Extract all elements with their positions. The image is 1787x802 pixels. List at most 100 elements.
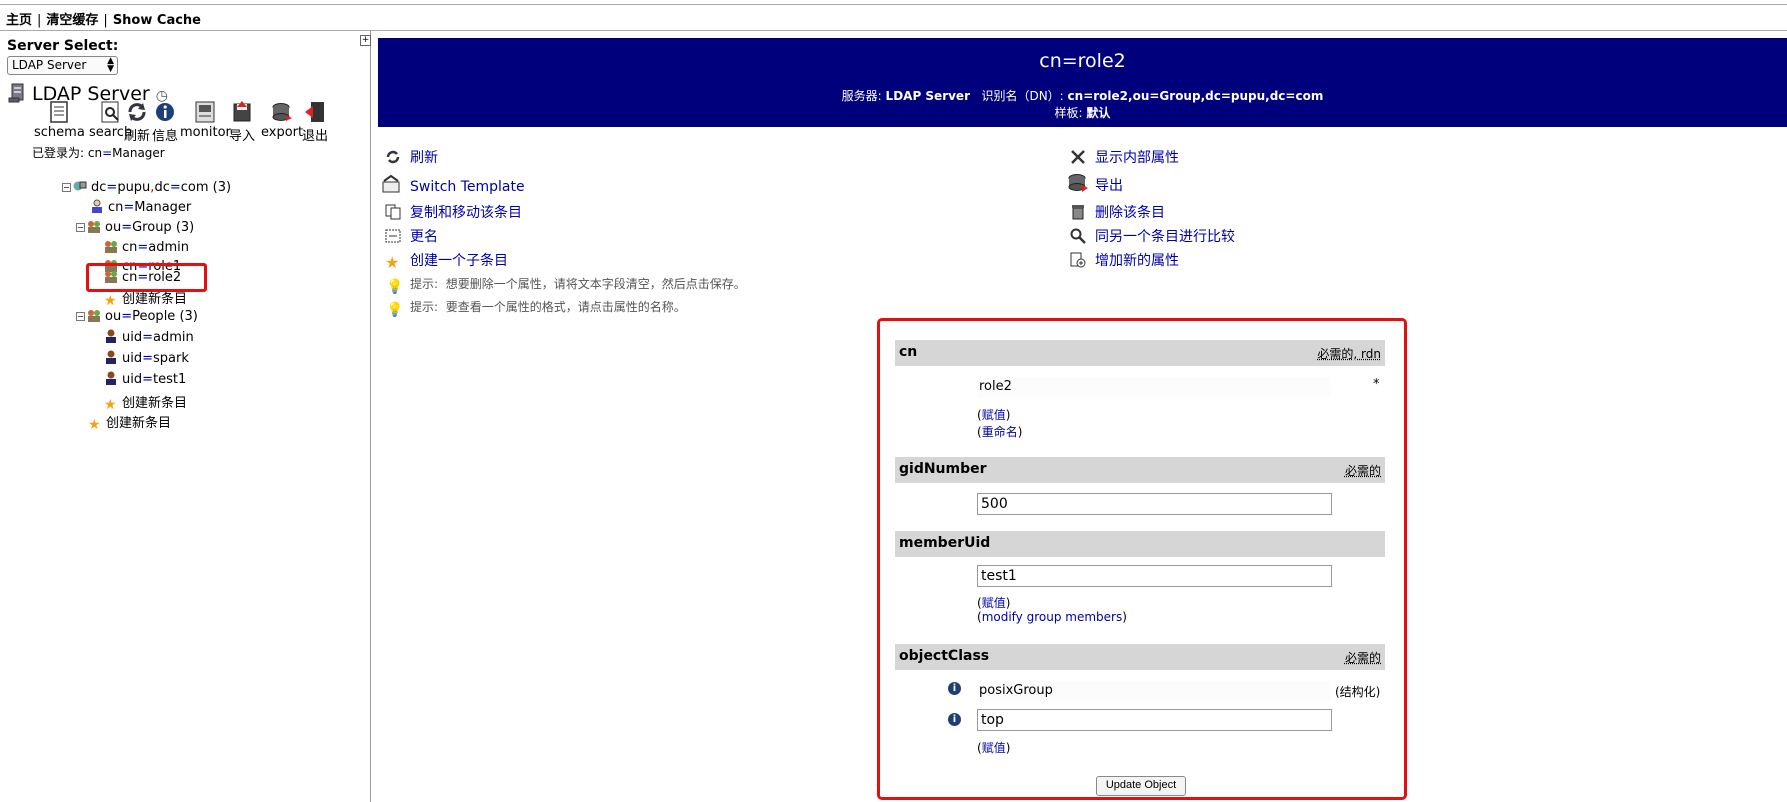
memberuid-input[interactable]: test1 — [977, 565, 1332, 587]
info-button[interactable]: 信息 — [152, 101, 178, 144]
tree-node-cn-admin[interactable]: cn=admin — [104, 239, 189, 255]
toolbar-label: schema — [34, 125, 85, 140]
home-link[interactable]: 主页 — [6, 13, 32, 28]
tree-node-uid-test1[interactable]: uid=test1 — [104, 371, 186, 387]
user-icon — [92, 199, 102, 213]
attr-header-memberuid[interactable]: memberUid — [895, 531, 1385, 557]
tree-create-entry-people[interactable]: ★ 创建新条目 — [104, 392, 187, 412]
add-attribute-icon — [1070, 252, 1086, 268]
cn-rename-link[interactable]: (重命名) — [977, 423, 1022, 440]
info-icon[interactable]: i — [948, 682, 961, 695]
compare-entry-action[interactable]: 同另一个条目进行比较 — [1070, 226, 1235, 246]
collapse-panel-button[interactable]: + — [360, 35, 371, 46]
attr-required-note: 必需的 — [1344, 464, 1381, 478]
tree-node-root[interactable]: − dc=pupu,dc=com (3) — [62, 179, 231, 195]
delete-entry-action[interactable]: 删除该条目 — [1070, 202, 1165, 222]
switch-template-icon — [382, 174, 400, 193]
export-button[interactable]: export — [261, 101, 303, 140]
hint-delete-attribute: 💡 提示: 想要删除一个属性，请将文本字段清空，然后点击保存。 — [386, 277, 746, 295]
import-button[interactable]: 导入 — [229, 101, 255, 144]
tree-node-uid-admin[interactable]: uid=admin — [104, 329, 194, 345]
add-attribute-action[interactable]: 增加新的属性 — [1070, 250, 1179, 270]
cn-add-value-link[interactable]: (赋值) — [977, 406, 1010, 423]
entry-header: cn=role2 服务器: LDAP Server 识别名（DN）: cn=ro… — [378, 38, 1787, 127]
refresh-action[interactable]: 刷新 — [385, 147, 438, 167]
rename-action[interactable]: 更名 — [385, 226, 438, 246]
attr-name[interactable]: objectClass — [899, 648, 989, 664]
logged-in-user[interactable]: cn=Manager — [88, 146, 165, 160]
gidnumber-input[interactable]: 500 — [977, 493, 1332, 515]
star-icon: ★ — [104, 293, 117, 309]
star-icon: ★ — [104, 397, 117, 413]
attr-header-gidnumber[interactable]: gidNumber 必需的 — [895, 457, 1385, 483]
refresh-icon — [386, 150, 400, 164]
group-icon — [105, 241, 117, 253]
modify-group-members-link[interactable]: (modify group members) — [977, 610, 1127, 624]
attr-header-cn[interactable]: cn 必需的, rdn — [895, 340, 1385, 366]
entry-meta: 服务器: LDAP Server 识别名（DN）: cn=role2,ou=Gr… — [841, 89, 1324, 120]
create-child-action[interactable]: ★ 创建一个子条目 — [385, 250, 508, 271]
export-action[interactable]: 导出 — [1068, 173, 1123, 195]
switch-template-action[interactable]: Switch Template — [381, 174, 525, 195]
server-select-value: LDAP Server — [12, 58, 87, 72]
toolbar-label: 信息 — [152, 129, 179, 144]
export-icon — [272, 103, 293, 121]
toolbar-label: 导入 — [229, 129, 256, 144]
logout-button[interactable]: 退出 — [302, 101, 328, 144]
collapse-toggle-icon[interactable]: − — [76, 223, 85, 232]
attr-name[interactable]: memberUid — [899, 535, 990, 551]
objectclass-add-value-link[interactable]: (赋值) — [977, 739, 1010, 756]
toolbar-label: 退出 — [302, 129, 329, 144]
tree-node-people[interactable]: − ou=People (3) — [76, 308, 198, 324]
show-cache-link[interactable]: Show Cache — [113, 13, 201, 28]
clear-cache-link[interactable]: 清空缓存 — [46, 13, 98, 28]
refresh-icon — [128, 103, 146, 121]
attr-name[interactable]: cn — [899, 344, 917, 360]
tree-node-group[interactable]: − ou=Group (3) — [76, 219, 194, 235]
star-icon: ★ — [385, 253, 400, 272]
person-icon — [106, 350, 116, 364]
entry-edit-form: cn 必需的, rdn role2 * (赋值) (重命名) gidNumber… — [877, 318, 1407, 800]
attr-required-note: 必需的, rdn — [1317, 347, 1381, 361]
tree-node-uid-spark[interactable]: uid=spark — [104, 350, 189, 366]
toolbar-label: monitor — [180, 125, 231, 140]
nav-separator: | — [37, 13, 42, 28]
schema-icon — [50, 101, 69, 123]
monitor-button[interactable]: monitor — [180, 101, 231, 140]
toolbar-label: 刷新 — [124, 129, 151, 144]
logged-in-status: 已登录为: cn=Manager — [32, 144, 165, 161]
hint-attribute-format: 💡 提示: 要查看一个属性的格式，请点击属性的名称。 — [386, 300, 686, 318]
trash-icon — [1072, 205, 1084, 220]
memberuid-add-value-link[interactable]: (赋值) — [977, 594, 1010, 611]
monitor-icon — [195, 101, 215, 123]
nav-separator: | — [103, 13, 108, 28]
info-icon[interactable]: i — [948, 713, 961, 726]
select-arrows-icon: ▲ ▼ — [107, 56, 114, 74]
objectclass-input-top[interactable]: top — [977, 709, 1332, 731]
tree-node-manager[interactable]: cn=Manager — [90, 199, 191, 215]
attr-name[interactable]: gidNumber — [899, 461, 987, 477]
copy-icon — [385, 204, 401, 220]
server-select-dropdown[interactable]: LDAP Server ▲ ▼ — [7, 56, 118, 75]
tree-create-entry-group[interactable]: ★ 创建新条目 — [104, 288, 187, 308]
copy-move-action[interactable]: 复制和移动该条目 — [385, 202, 522, 222]
star-icon: ★ — [88, 417, 101, 433]
attr-header-objectclass[interactable]: objectClass 必需的 — [895, 644, 1385, 670]
rename-icon — [385, 229, 401, 243]
left-panel: + Server Select: LDAP Server ▲ ▼ LDAP Ser… — [0, 31, 371, 802]
show-internal-attrs-action[interactable]: 显示内部属性 — [1070, 147, 1179, 167]
entry-title: cn=role2 — [1039, 50, 1126, 72]
lightbulb-icon: 💡 — [386, 279, 404, 295]
compare-icon — [1070, 228, 1086, 244]
server-select-label: Server Select: — [7, 38, 119, 54]
info-icon — [156, 103, 174, 121]
lightbulb-icon: 💡 — [386, 302, 404, 318]
update-object-button[interactable]: Update Object — [1096, 776, 1186, 796]
tree-create-entry-root[interactable]: ★ 创建新条目 — [88, 412, 171, 432]
toolbar-label: export — [261, 125, 304, 140]
collapse-toggle-icon[interactable]: − — [76, 312, 85, 321]
refresh-button[interactable]: 刷新 — [124, 101, 150, 144]
objectclass-value-posixgroup: posixGroup — [977, 681, 1330, 701]
collapse-toggle-icon[interactable]: − — [62, 183, 71, 192]
schema-button[interactable]: schema — [34, 101, 85, 140]
